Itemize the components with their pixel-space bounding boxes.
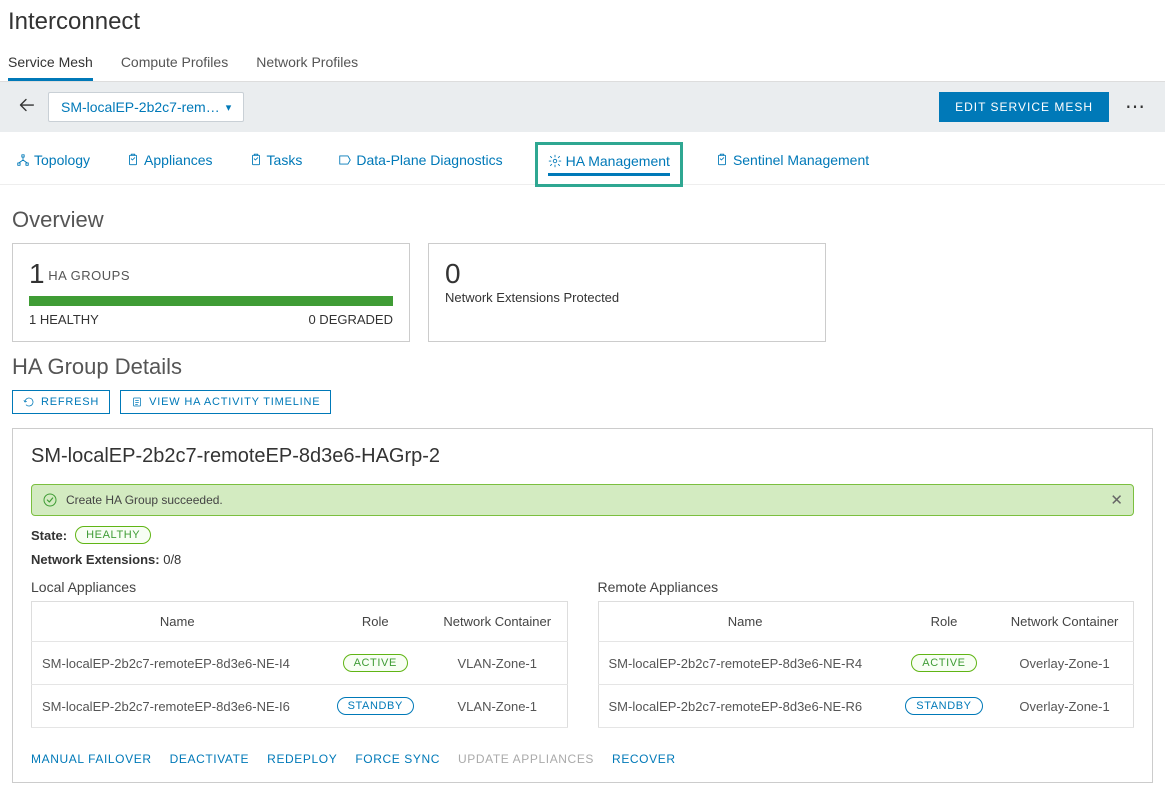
tab-network-profiles[interactable]: Network Profiles	[256, 48, 358, 81]
deactivate-link[interactable]: DEACTIVATE	[170, 752, 250, 766]
state-badge: HEALTHY	[75, 526, 151, 544]
network-extensions-label: Network Extensions Protected	[445, 290, 809, 305]
action-row: MANUAL FAILOVER DEACTIVATE REDEPLOY FORC…	[31, 752, 1134, 766]
col-role: Role	[892, 602, 996, 642]
manual-failover-link[interactable]: MANUAL FAILOVER	[31, 752, 152, 766]
ha-groups-bar	[29, 296, 393, 306]
table-row: SM-localEP-2b2c7-remoteEP-8d3e6-NE-R4 AC…	[598, 642, 1134, 685]
metric-row: 1 HA GROUPS 1 HEALTHY 0 DEGRADED 0 Netwo…	[12, 243, 1153, 342]
ha-group-details-title: HA Group Details	[12, 354, 1153, 380]
subtab-topology[interactable]: Topology	[12, 148, 94, 178]
state-label: State:	[31, 528, 67, 543]
table-row: SM-localEP-2b2c7-remoteEP-8d3e6-NE-I6 ST…	[32, 685, 568, 728]
topology-icon	[16, 153, 30, 167]
clipboard-icon	[715, 153, 729, 167]
appliance-name: SM-localEP-2b2c7-remoteEP-8d3e6-NE-R6	[598, 685, 892, 728]
ha-groups-card: 1 HA GROUPS 1 HEALTHY 0 DEGRADED	[12, 243, 410, 342]
overview-title: Overview	[12, 207, 1153, 233]
more-actions-icon[interactable]: ⋯	[1117, 97, 1153, 117]
network-extensions-label: Network Extensions:	[31, 552, 160, 567]
tab-compute-profiles[interactable]: Compute Profiles	[121, 48, 228, 81]
local-appliances-table: Name Role Network Container SM-localEP-2…	[31, 601, 568, 728]
role-badge: STANDBY	[905, 697, 982, 715]
close-icon[interactable]: ✕	[1110, 491, 1123, 509]
back-arrow-icon[interactable]	[12, 94, 40, 121]
ha-groups-label: HA GROUPS	[48, 268, 130, 283]
table-row: SM-localEP-2b2c7-remoteEP-8d3e6-NE-I4 AC…	[32, 642, 568, 685]
role-badge: ACTIVE	[343, 654, 408, 672]
redeploy-link[interactable]: REDEPLOY	[267, 752, 337, 766]
network-extensions-count: 0	[445, 258, 809, 290]
col-role: Role	[322, 602, 428, 642]
ha-groups-count: 1	[29, 258, 45, 289]
check-circle-icon	[42, 492, 58, 508]
appliance-name: SM-localEP-2b2c7-remoteEP-8d3e6-NE-I6	[32, 685, 323, 728]
view-timeline-button[interactable]: VIEW HA ACTIVITY TIMELINE	[120, 390, 331, 414]
subtab-ha-management[interactable]: HA Management	[535, 142, 683, 187]
col-container: Network Container	[428, 602, 567, 642]
tab-service-mesh[interactable]: Service Mesh	[8, 48, 93, 81]
remote-appliances-table: Name Role Network Container SM-localEP-2…	[598, 601, 1135, 728]
subtab-appliances[interactable]: Appliances	[122, 148, 217, 178]
sub-tabs: Topology Appliances Tasks Data-Plane Dia…	[0, 132, 1165, 185]
network-extensions-card: 0 Network Extensions Protected	[428, 243, 826, 342]
ha-groups-degraded: 0 DEGRADED	[308, 312, 393, 327]
subtab-data-plane-diagnostics[interactable]: Data-Plane Diagnostics	[334, 148, 506, 178]
col-container: Network Container	[996, 602, 1133, 642]
top-tabs: Service Mesh Compute Profiles Network Pr…	[0, 48, 1165, 82]
appliance-name: SM-localEP-2b2c7-remoteEP-8d3e6-NE-I4	[32, 642, 323, 685]
recover-link[interactable]: RECOVER	[612, 752, 676, 766]
role-badge: ACTIVE	[911, 654, 976, 672]
subtab-tasks[interactable]: Tasks	[245, 148, 307, 178]
network-extensions-value: 0/8	[163, 552, 181, 567]
timeline-icon	[131, 396, 143, 408]
ha-groups-healthy: 1 HEALTHY	[29, 312, 99, 327]
container-name: VLAN-Zone-1	[428, 642, 567, 685]
container-name: VLAN-Zone-1	[428, 685, 567, 728]
col-name: Name	[598, 602, 892, 642]
subtab-sentinel-management[interactable]: Sentinel Management	[711, 148, 873, 178]
force-sync-link[interactable]: FORCE SYNC	[355, 752, 440, 766]
service-mesh-dropdown[interactable]: SM-localEP-2b2c7-rem… ▾	[48, 92, 244, 122]
alert-message: Create HA Group succeeded.	[66, 493, 223, 507]
remote-appliances-title: Remote Appliances	[598, 579, 1135, 595]
chevron-down-icon: ▾	[226, 101, 232, 114]
page-title: Interconnect	[0, 0, 1165, 48]
refresh-icon	[23, 396, 35, 408]
success-alert: Create HA Group succeeded. ✕	[31, 484, 1134, 516]
ha-group-name: SM-localEP-2b2c7-remoteEP-8d3e6-HAGrp-2	[31, 445, 1134, 468]
service-mesh-label: SM-localEP-2b2c7-rem…	[61, 99, 220, 115]
diagnostics-icon	[338, 153, 352, 167]
container-name: Overlay-Zone-1	[996, 685, 1133, 728]
table-row: SM-localEP-2b2c7-remoteEP-8d3e6-NE-R6 ST…	[598, 685, 1134, 728]
refresh-button[interactable]: REFRESH	[12, 390, 110, 414]
role-badge: STANDBY	[337, 697, 414, 715]
subheader: SM-localEP-2b2c7-rem… ▾ EDIT SERVICE MES…	[0, 82, 1165, 132]
gear-icon	[548, 154, 562, 168]
update-appliances-link: UPDATE APPLIANCES	[458, 752, 594, 766]
edit-service-mesh-button[interactable]: EDIT SERVICE MESH	[939, 92, 1109, 122]
ha-group-card: SM-localEP-2b2c7-remoteEP-8d3e6-HAGrp-2 …	[12, 428, 1153, 783]
appliance-name: SM-localEP-2b2c7-remoteEP-8d3e6-NE-R4	[598, 642, 892, 685]
clipboard-icon	[126, 153, 140, 167]
container-name: Overlay-Zone-1	[996, 642, 1133, 685]
local-appliances-title: Local Appliances	[31, 579, 568, 595]
col-name: Name	[32, 602, 323, 642]
clipboard-icon	[249, 153, 263, 167]
